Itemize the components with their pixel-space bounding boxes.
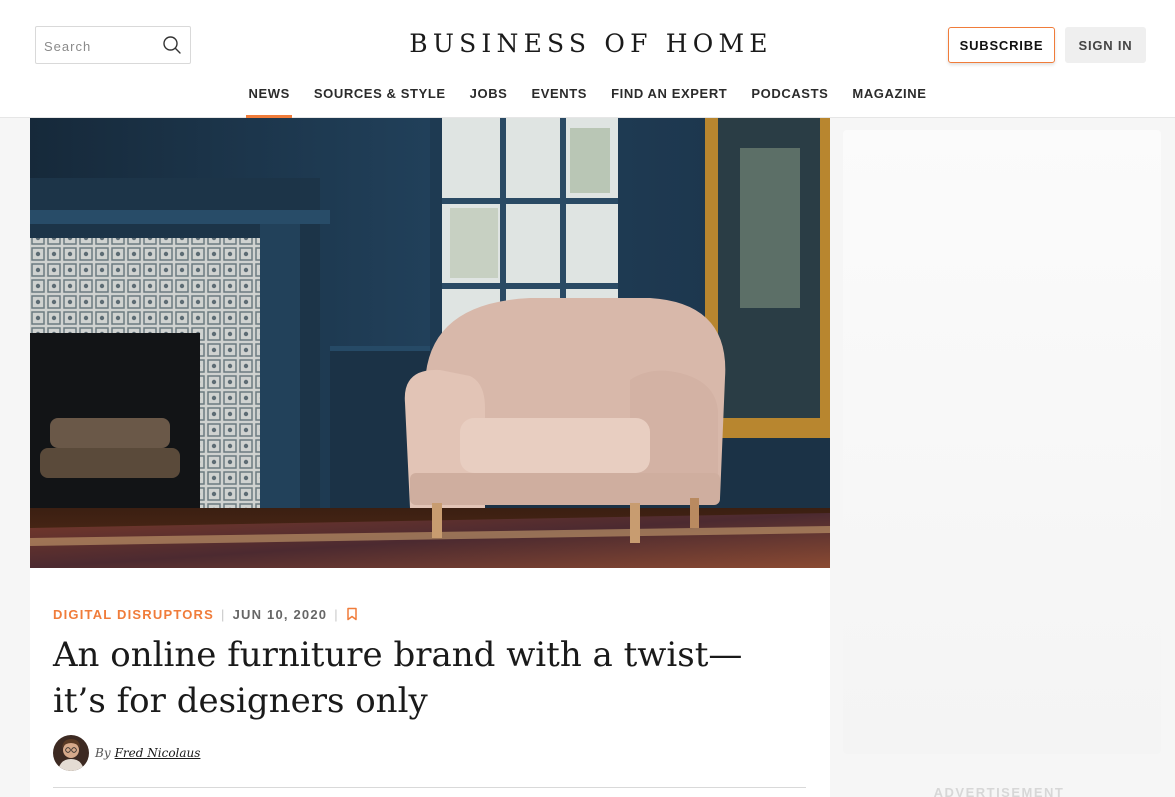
- article-header: DIGITAL DISRUPTORS | JUN 10, 2020 | An o…: [30, 568, 830, 797]
- nav-item-podcasts[interactable]: PODCASTS: [739, 84, 840, 118]
- article-meta: DIGITAL DISRUPTORS | JUN 10, 2020 |: [53, 605, 358, 623]
- article-date: JUN 10, 2020: [232, 606, 328, 622]
- search-input[interactable]: [44, 36, 154, 56]
- search-box[interactable]: [35, 26, 191, 64]
- hero-image[interactable]: [30, 118, 830, 568]
- article-category-link[interactable]: DIGITAL DISRUPTORS: [53, 607, 214, 622]
- article-title-line-2: it’s for designers only: [53, 681, 428, 721]
- advertisement-slot[interactable]: [843, 130, 1161, 754]
- site-logo[interactable]: BUSINESS OF HOME: [395, 29, 787, 61]
- advertisement-label: ADVERTISEMENT: [933, 785, 1065, 797]
- article-title: An online furniture brand with a twist— …: [53, 632, 813, 724]
- author-avatar[interactable]: [53, 735, 89, 771]
- nav-item-jobs[interactable]: JOBS: [458, 84, 520, 118]
- byline-prefix: By: [95, 746, 111, 760]
- main-nav: NEWS SOURCES & STYLE JOBS EVENTS FIND AN…: [0, 84, 1175, 118]
- subscribe-button[interactable]: SUBSCRIBE: [948, 27, 1055, 63]
- sign-in-button[interactable]: SIGN IN: [1065, 27, 1146, 63]
- byline: By Fred Nicolaus: [53, 735, 200, 771]
- author-link[interactable]: Fred Nicolaus: [115, 746, 201, 760]
- nav-item-magazine[interactable]: MAGAZINE: [840, 84, 938, 118]
- nav-item-find-an-expert[interactable]: FIND AN EXPERT: [599, 84, 739, 118]
- nav-item-sources-style[interactable]: SOURCES & STYLE: [302, 84, 458, 118]
- divider: [53, 787, 806, 788]
- site-header: BUSINESS OF HOME SUBSCRIBE SIGN IN NEWS …: [0, 0, 1175, 118]
- nav-item-events[interactable]: EVENTS: [519, 84, 599, 118]
- nav-item-news[interactable]: NEWS: [236, 84, 301, 118]
- meta-separator: |: [334, 606, 339, 622]
- article-title-line-1: An online furniture brand with a twist—: [53, 635, 743, 675]
- bookmark-icon[interactable]: [346, 607, 358, 621]
- meta-separator: |: [221, 606, 226, 622]
- search-icon[interactable]: [162, 35, 182, 55]
